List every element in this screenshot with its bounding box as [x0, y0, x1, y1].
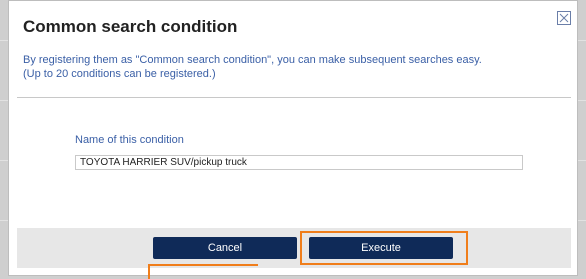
cancel-button[interactable]: Cancel	[153, 237, 297, 259]
description-line: By registering them as "Common search co…	[23, 54, 482, 66]
highlight-connector	[148, 264, 150, 279]
highlight-connector	[148, 264, 258, 266]
close-icon	[559, 13, 569, 23]
dialog-footer: Cancel Execute	[17, 228, 571, 268]
dialog-description: By registering them as "Common search co…	[23, 53, 563, 81]
close-button[interactable]	[557, 11, 571, 25]
execute-button[interactable]: Execute	[309, 237, 453, 259]
common-search-dialog: Common search condition By registering t…	[8, 0, 578, 276]
form-panel: Name of this condition	[17, 97, 571, 229]
condition-name-input[interactable]	[75, 155, 523, 170]
dialog-title: Common search condition	[23, 17, 238, 36]
condition-name-label: Name of this condition	[75, 134, 184, 146]
description-note: (Up to 20 conditions can be registered.)	[23, 68, 216, 80]
